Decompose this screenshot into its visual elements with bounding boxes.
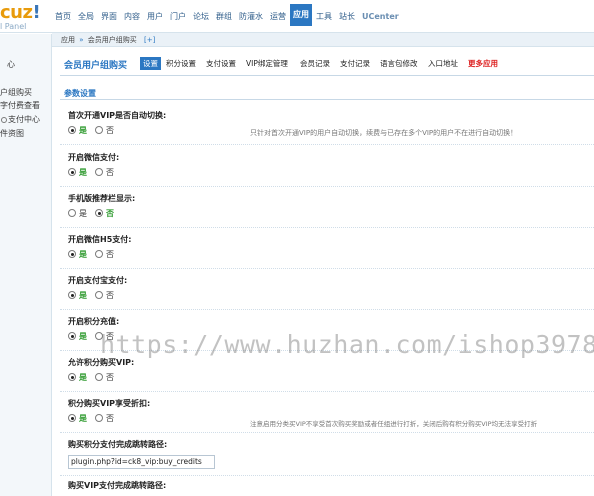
tab-payment-settings[interactable]: 支付设置 — [206, 58, 236, 69]
row-divider — [60, 227, 594, 228]
setting-label: 开启微信支付: — [68, 153, 120, 162]
tab-language-pack[interactable]: 语言包修改 — [380, 58, 418, 69]
radio-yes-label: 是 — [79, 331, 87, 341]
topnav-item-6[interactable]: 论坛 — [190, 8, 212, 26]
sidebar-item-attachment[interactable]: 件资图 — [0, 128, 24, 140]
radio-yes[interactable] — [68, 332, 76, 340]
topnav-item-7[interactable]: 群组 — [213, 8, 235, 26]
topnav-item-13[interactable]: UCenter — [359, 8, 402, 26]
topnav-item-5[interactable]: 门户 — [167, 8, 189, 26]
radio-yes[interactable] — [68, 291, 76, 299]
topnav-item-2[interactable]: 界面 — [98, 8, 120, 26]
radio-no-label: 否 — [106, 125, 114, 135]
setting-label: 购买积分支付完成跳转路径: — [68, 440, 168, 449]
circle-icon — [1, 62, 6, 68]
breadcrumb-current: 会员用户组购买 — [87, 36, 137, 44]
setting-label: 开启积分充值: — [68, 317, 120, 326]
topnav-item-9[interactable]: 运营 — [267, 8, 289, 26]
radio-yes[interactable] — [68, 373, 76, 381]
radio-yes-label: 是 — [79, 167, 87, 177]
setting-label: 首次开通VIP是否自动切换: — [68, 111, 167, 120]
topnav-item-8[interactable]: 防灌水 — [236, 8, 266, 26]
radio-yes[interactable] — [68, 126, 76, 134]
topnav-item-3[interactable]: 内容 — [121, 8, 143, 26]
setting-label: 购买VIP支付完成跳转路径: — [68, 481, 167, 490]
sidebar-item-center[interactable]: 心 — [0, 59, 15, 71]
row-divider — [60, 475, 594, 476]
row-divider — [60, 432, 594, 433]
setting-label: 开启微信H5支付: — [68, 235, 132, 244]
radio-yes-label: 是 — [79, 413, 87, 423]
radio-no-label: 否 — [106, 208, 114, 218]
tab-settings[interactable]: 设置 — [140, 57, 161, 70]
tab-payment-records[interactable]: 支付记录 — [340, 58, 370, 69]
admin-header: cuz! l Panel 首页 全局 界面 内容 用户 门户 论坛 群组 防灌水 运营 应用 工具 站长… — [0, 0, 594, 33]
credits-redirect-input[interactable]: plugin.php?id=ck8_vip:buy_credits — [68, 455, 215, 469]
radio-no-label: 否 — [106, 413, 114, 423]
radio-yes[interactable] — [68, 209, 76, 217]
radio-yes[interactable] — [68, 414, 76, 422]
globe-icon — [1, 116, 7, 123]
setting-label: 积分购买VIP享受折扣: — [68, 399, 151, 408]
row-divider — [60, 268, 594, 269]
topnav-item-10[interactable]: 应用 — [290, 4, 312, 26]
radio-yes-label: 是 — [79, 125, 87, 135]
radio-yes-label: 是 — [79, 290, 87, 300]
setting-label: 手机版推荐栏显示: — [68, 194, 136, 203]
setting-label: 开启支付宝支付: — [68, 276, 128, 285]
sidebar-item-pay-center[interactable]: 支付中心 — [0, 114, 40, 126]
top-navigation: 首页 全局 界面 内容 用户 门户 论坛 群组 防灌水 运营 应用 工具 站长 UCenter — [52, 4, 403, 26]
watermark: https://www.huzhan.com/ishop39782 — [100, 330, 594, 359]
setting-tip: 注意启用分类买VIP不享受首次购买奖励或者任组进行打折，关闭后购有积分购买VIP… — [250, 420, 538, 428]
radio-yes[interactable] — [68, 250, 76, 258]
radio-no[interactable] — [95, 291, 103, 299]
radio-yes[interactable] — [68, 168, 76, 176]
radio-no-label: 否 — [106, 167, 114, 177]
topnav-item-12[interactable]: 站长 — [336, 8, 358, 26]
row-divider — [60, 186, 594, 187]
logo-subtitle: l Panel — [0, 22, 27, 31]
row-divider — [60, 391, 594, 392]
radio-no-label: 否 — [106, 372, 114, 382]
radio-no-label: 否 — [106, 249, 114, 259]
breadcrumb: 应用 » 会员用户组购买 [+] — [52, 33, 594, 47]
logo-text: cuz! — [0, 2, 41, 23]
radio-yes-label: 是 — [79, 249, 87, 259]
section-divider — [60, 99, 594, 100]
left-sidebar: 心 户组购买 字付费查看 支付中心 件资图 — [0, 34, 52, 496]
add-shortcut-link[interactable]: [+] — [144, 36, 155, 44]
breadcrumb-root[interactable]: 应用 — [61, 36, 75, 44]
tab-entry-url[interactable]: 入口地址 — [428, 58, 458, 69]
radio-no[interactable] — [95, 414, 103, 422]
sidebar-item-paid-view[interactable]: 字付费查看 — [0, 100, 40, 112]
row-divider — [60, 309, 594, 310]
topnav-item-11[interactable]: 工具 — [313, 8, 335, 26]
row-divider — [60, 144, 594, 145]
topnav-item-1[interactable]: 全局 — [75, 8, 97, 26]
radio-no-label: 否 — [106, 290, 114, 300]
setting-tip: 只针对首次开通VIP的用户自动切换，续费与已存在多个VIP的用户不在进行自动切换… — [250, 129, 518, 137]
plugin-subnav: 会员用户组购买 设置 积分设置 支付设置 VIP绑定管理 会员记录 支付记录 语… — [60, 53, 594, 75]
radio-yes-label: 是 — [79, 208, 87, 218]
tab-more-apps[interactable]: 更多应用 — [468, 58, 498, 69]
discuz-logo[interactable]: cuz! l Panel — [0, 2, 46, 32]
sidebar-item-usergroup-buy[interactable]: 户组购买 — [0, 87, 32, 99]
tab-vip-binding[interactable]: VIP绑定管理 — [246, 58, 288, 69]
radio-no[interactable] — [95, 373, 103, 381]
tab-credit-settings[interactable]: 积分设置 — [166, 58, 196, 69]
subnav-divider — [60, 75, 594, 76]
breadcrumb-separator: » — [79, 36, 84, 44]
topnav-item-4[interactable]: 用户 — [144, 8, 166, 26]
radio-yes-label: 是 — [79, 372, 87, 382]
plugin-title: 会员用户组购买 — [64, 61, 128, 71]
tab-member-records[interactable]: 会员记录 — [300, 58, 330, 69]
section-title: 参数设置 — [64, 89, 96, 98]
topnav-item-0[interactable]: 首页 — [52, 8, 74, 26]
radio-no[interactable] — [95, 168, 103, 176]
radio-no[interactable] — [95, 126, 103, 134]
radio-no[interactable] — [95, 209, 103, 217]
radio-no[interactable] — [95, 250, 103, 258]
